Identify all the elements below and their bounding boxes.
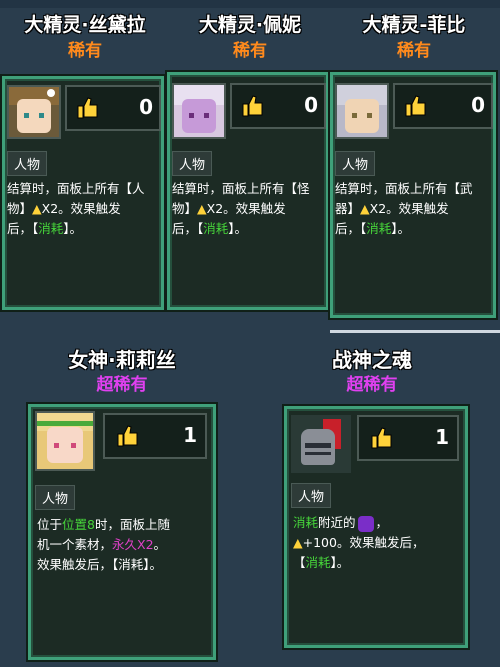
like-count: 1 bbox=[435, 425, 449, 449]
thumbs-up-icon: ▲ bbox=[32, 201, 42, 216]
card-description: 结算时，面板上所有【怪 物】▲X2。效果触发 后，【消耗】。 bbox=[172, 181, 310, 236]
card-phoebe[interactable]: 大精灵-菲比 稀有 0 人物 结算时，面板上所有【武 器】▲X2。效果触发 后，… bbox=[328, 0, 500, 330]
character-portrait bbox=[172, 83, 226, 139]
card-description: 消耗附近的， ▲+100。效果触发后， 【消耗】。 bbox=[293, 515, 425, 570]
card-body: 0 人物 结算时，面板上所有【武 器】▲X2。效果触发 后，【消耗】。 bbox=[330, 72, 496, 318]
like-counter[interactable]: 0 bbox=[393, 83, 493, 129]
like-count: 1 bbox=[183, 423, 197, 447]
like-counter[interactable]: 0 bbox=[65, 85, 161, 131]
card-war-god-soul[interactable]: 战神之魂 超稀有 1 人物 消耗附近的， ▲+100。效果触发后， 【消耗】。 bbox=[272, 336, 472, 667]
thumbs-up-icon bbox=[117, 425, 138, 447]
thumbs-up-icon bbox=[242, 95, 263, 117]
purple-demon-icon bbox=[357, 515, 374, 532]
card-description: 结算时，面板上所有【人 物】▲X2。效果触发 后，【消耗】。 bbox=[7, 181, 145, 236]
card-body: 0 人物 结算时，面板上所有【怪 物】▲X2。效果触发 后，【消耗】。 bbox=[167, 72, 329, 310]
card-description: 位于位置8时，面板上随 机一个素材，永久X2。 效果触发后，【消耗】。 bbox=[37, 517, 170, 572]
like-counter[interactable]: 0 bbox=[230, 83, 326, 129]
like-count: 0 bbox=[139, 95, 153, 119]
thumbs-up-icon bbox=[77, 97, 98, 119]
card-title: 大精灵·佩妮 bbox=[198, 14, 302, 36]
card-title: 战神之魂 bbox=[332, 348, 412, 372]
card-lilith[interactable]: 女神·莉莉丝 超稀有 1 人物 位于位置8时，面板上随 机一个素材，永久X2。 … bbox=[22, 336, 222, 667]
type-tag: 人物 bbox=[335, 151, 376, 176]
like-counter[interactable]: 1 bbox=[357, 415, 459, 461]
card-stella[interactable]: 大精灵·丝黛拉 稀有 0 人物 结算时，面板上所有【人 物】▲X2。效果触发 后… bbox=[0, 0, 170, 320]
card-rarity: 稀有 bbox=[68, 41, 102, 61]
thumbs-up-icon: ▲ bbox=[360, 201, 370, 216]
card-penny[interactable]: 大精灵·佩妮 稀有 0 人物 结算时，面板上所有【怪 物】▲X2。效果触发 后，… bbox=[165, 0, 335, 320]
type-tag: 人物 bbox=[291, 483, 332, 508]
like-count: 0 bbox=[304, 93, 318, 117]
character-portrait bbox=[335, 83, 389, 139]
type-tag: 人物 bbox=[7, 151, 48, 176]
character-portrait bbox=[7, 85, 61, 139]
type-tag: 人物 bbox=[172, 151, 213, 176]
card-rarity: 超稀有 bbox=[346, 375, 398, 395]
card-rarity: 稀有 bbox=[233, 41, 267, 61]
type-tag: 人物 bbox=[35, 485, 76, 510]
card-body: 1 人物 消耗附近的， ▲+100。效果触发后， 【消耗】。 bbox=[284, 406, 468, 648]
card-title: 大精灵·丝黛拉 bbox=[24, 14, 146, 36]
thumbs-up-icon: ▲ bbox=[197, 201, 207, 216]
card-title: 女神·莉莉丝 bbox=[68, 348, 176, 372]
like-counter[interactable]: 1 bbox=[103, 413, 207, 459]
character-portrait bbox=[291, 415, 351, 473]
card-rarity: 超稀有 bbox=[96, 375, 148, 395]
thumbs-up-icon bbox=[405, 95, 426, 117]
card-body: 1 人物 位于位置8时，面板上随 机一个素材，永久X2。 效果触发后，【消耗】。 bbox=[28, 404, 216, 660]
card-body: 0 人物 结算时，面板上所有【人 物】▲X2。效果触发 后，【消耗】。 bbox=[2, 76, 164, 310]
character-portrait bbox=[35, 411, 95, 471]
card-description: 结算时，面板上所有【武 器】▲X2。效果触发 后，【消耗】。 bbox=[335, 181, 473, 236]
like-count: 0 bbox=[471, 93, 485, 117]
thumbs-up-icon: ▲ bbox=[293, 535, 303, 550]
card-rarity: 稀有 bbox=[397, 41, 431, 61]
thumbs-up-icon bbox=[371, 427, 392, 449]
card-title: 大精灵-菲比 bbox=[362, 14, 466, 36]
